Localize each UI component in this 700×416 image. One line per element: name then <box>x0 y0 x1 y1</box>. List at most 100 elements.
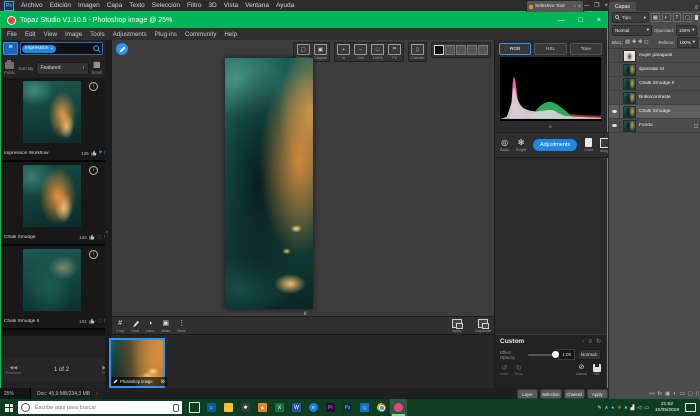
mask-tool-button[interactable]: ▣ Mask <box>161 320 170 333</box>
ps-menu-edicion[interactable]: Edición <box>50 2 71 9</box>
selective-tool-titlebar[interactable]: Selective Tool ▫ × <box>526 0 584 12</box>
store-icon[interactable]: ⌂ <box>203 399 220 416</box>
layer-name[interactable]: Chalk Smudge II <box>639 81 700 86</box>
network-icon[interactable]: ▟ <box>631 405 635 411</box>
ps-menu-vista[interactable]: Vista <box>224 2 238 9</box>
zoom-100-button[interactable]: □ 100% <box>371 44 384 60</box>
filter-shape-icon[interactable]: ▢ <box>683 13 692 22</box>
taskbar-clock[interactable]: 21:52 10/05/2019 <box>652 402 682 413</box>
apply-button[interactable]: Apply <box>452 319 462 333</box>
premiere-icon[interactable]: Pr <box>322 399 339 416</box>
layer-name[interactable]: spacelab SI <box>639 67 700 72</box>
topaz-close-icon[interactable]: × <box>597 17 601 24</box>
visibility-toggle[interactable] <box>609 49 620 62</box>
remove-image-icon[interactable]: ⊗ <box>160 379 165 385</box>
blend-mode-dropdown[interactable]: Normal ↕ <box>578 349 601 360</box>
color-button[interactable]: Color <box>584 138 593 152</box>
link-layers-icon[interactable]: ⧟ <box>649 391 655 398</box>
layer-thumbnail[interactable] <box>623 78 636 90</box>
opacity-dropdown[interactable]: 100% ▾ <box>676 25 697 36</box>
ps-menu-ventana[interactable]: Ventana <box>245 2 269 9</box>
new-group-icon[interactable]: ▭ <box>680 391 685 398</box>
redo-button[interactable]: ↻ Redo <box>515 365 524 376</box>
ps-menu-filtro[interactable]: Filtro <box>187 2 201 9</box>
tz-menu-community[interactable]: Community <box>185 31 216 38</box>
tz-menu-help[interactable]: Help <box>224 31 237 38</box>
fill-dropdown[interactable]: 100% ▾ <box>677 37 698 48</box>
word-icon[interactable]: W <box>288 399 305 416</box>
crop-tool-button[interactable]: # Crop <box>116 320 124 333</box>
ps-menu-archivo[interactable]: Archivo <box>21 2 43 9</box>
visibility-toggle[interactable] <box>609 77 620 90</box>
lock-position-icon[interactable]: ✥ <box>638 39 642 45</box>
layer-row[interactable]: Fondo ◻ <box>609 119 700 133</box>
adjustment-layer-icon[interactable]: ◐ <box>673 391 676 398</box>
dual-view-button[interactable] <box>467 45 477 55</box>
lock-all-icon[interactable]: ◻ <box>644 39 648 45</box>
info-icon[interactable]: i <box>89 166 98 175</box>
ps-menu-capa[interactable]: Capa <box>107 2 123 9</box>
ps-menu-texto[interactable]: Texto <box>129 2 145 9</box>
channel-button[interactable]: Channel <box>564 389 585 399</box>
lens-tool-button[interactable]: ◑ Lens <box>146 320 154 333</box>
cancel-button[interactable]: ⊘ Cancel <box>576 364 587 376</box>
layer-name[interactable]: Fondo <box>639 123 694 128</box>
layer-thumbnail[interactable] <box>623 106 636 118</box>
adjustments-button[interactable]: Adjustments <box>533 139 577 151</box>
duplicate-button[interactable]: Duplicate <box>475 319 491 333</box>
panel-menu-icon[interactable]: ≡ <box>588 339 592 345</box>
layer-button[interactable]: Layer <box>517 389 538 399</box>
filter-type-dropdown[interactable]: Tipo ▾ <box>612 12 649 23</box>
save-preset-icon[interactable]: ◦ <box>582 339 584 345</box>
collapse-sidebar-icon[interactable]: ‹ <box>106 230 108 236</box>
sidebar-collapse-strip[interactable]: ‹ <box>105 40 112 388</box>
layer-row[interactable]: Chalk Smudge II <box>609 77 700 91</box>
reset-icon[interactable]: ↻ <box>596 338 601 345</box>
preset-item[interactable]: i Chalk Smudge 134 ♡ ≡ <box>1 162 105 246</box>
layer-thumbnail[interactable] <box>623 50 636 62</box>
undo-button[interactable]: ↺ Undo <box>500 365 509 376</box>
more-tools-button[interactable]: ⋮ More <box>177 320 186 333</box>
search-icon[interactable] <box>93 45 101 53</box>
thumbnail-size-toggle[interactable]: ▦ Small <box>92 61 102 75</box>
chip-close-icon[interactable]: × <box>50 46 53 51</box>
new-layer-icon[interactable]: ▢ <box>688 391 693 398</box>
layer-name[interactable]: mujer paraguas <box>639 53 700 58</box>
quad-view-button[interactable] <box>478 45 488 55</box>
file-explorer-icon[interactable] <box>220 399 237 416</box>
code-icon[interactable]: ◇ <box>356 399 373 416</box>
ok-button[interactable]: OK <box>593 364 601 376</box>
canvas-button[interactable]: ▯ Canvas <box>411 44 424 60</box>
action-center-icon[interactable] <box>685 403 696 412</box>
histogram-collapse-icon[interactable]: ∧ <box>495 124 606 130</box>
ps-menu-3d[interactable]: 3D <box>208 2 216 9</box>
lock-pixels-icon[interactable]: ✚ <box>632 39 636 45</box>
layer-name[interactable]: Chalk Smudge <box>639 109 700 114</box>
preset-item[interactable]: i Impression Workflow 136 ♥ ≡ <box>1 78 105 162</box>
delete-layer-icon[interactable]: ▯ <box>696 391 699 398</box>
edit-pen-button[interactable] <box>116 43 128 55</box>
info-icon[interactable]: i <box>89 250 98 259</box>
filmstrip-thumbnail-selected[interactable]: Photoshop image ⊗ <box>109 338 165 388</box>
layer-row[interactable]: spacelab SI <box>609 63 700 77</box>
original-button[interactable]: ▣ Original <box>314 44 327 60</box>
info-icon[interactable]: i <box>89 82 98 91</box>
thumbs-up-icon[interactable] <box>89 318 95 324</box>
heal-tool-button[interactable]: Heal <box>131 320 139 333</box>
layer-row-selected[interactable]: Chalk Smudge <box>609 105 700 119</box>
layer-thumbnail[interactable] <box>623 120 636 132</box>
preset-thumbnail[interactable] <box>23 165 81 227</box>
layer-thumbnail[interactable] <box>623 64 636 76</box>
tz-menu-plugins[interactable]: Plug-ins <box>155 31 177 38</box>
opacity-value[interactable]: 1.00 <box>558 349 574 360</box>
status-icon[interactable]: ● <box>625 405 628 411</box>
tab-tone[interactable]: Tone <box>570 43 602 55</box>
ps-menu-imagen[interactable]: Imagen <box>78 2 100 9</box>
public-presets-toggle[interactable]: Public <box>4 62 15 75</box>
tz-menu-tools[interactable]: Tools <box>90 31 104 38</box>
favorite-icon[interactable]: ♡ <box>97 234 102 241</box>
tz-menu-view[interactable]: View <box>44 31 57 38</box>
apply-button[interactable]: Apply <box>587 389 608 399</box>
thumbs-up-icon[interactable] <box>89 234 95 240</box>
onedrive-icon[interactable]: ● <box>611 405 614 411</box>
